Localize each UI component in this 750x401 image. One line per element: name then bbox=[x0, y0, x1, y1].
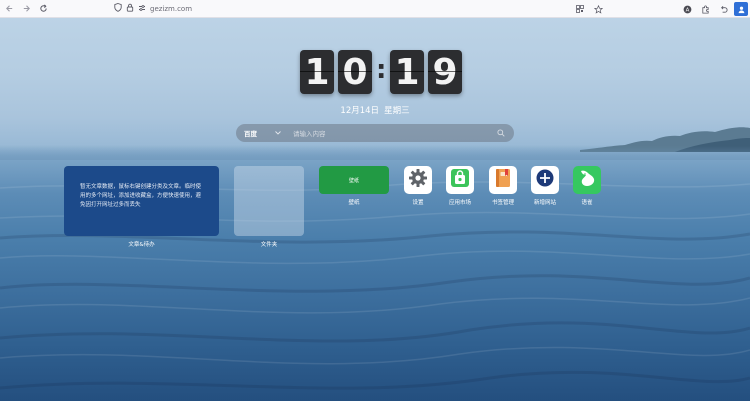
date-day: 12月14日 bbox=[340, 106, 380, 116]
clock-hour-tens: 1 bbox=[300, 50, 334, 94]
undo-icon[interactable] bbox=[716, 2, 730, 16]
search-engine-selector[interactable]: 百度 bbox=[244, 128, 257, 138]
app-store[interactable] bbox=[446, 166, 474, 194]
app-yuque[interactable] bbox=[573, 166, 601, 194]
folder-widget[interactable] bbox=[234, 166, 304, 236]
url-text[interactable]: gezizm.com bbox=[150, 5, 192, 13]
clock-minute-ones: 9 bbox=[428, 50, 462, 94]
url-bar[interactable]: gezizm.com bbox=[114, 3, 192, 14]
wallpaper-widget-inner: 壁纸 bbox=[348, 177, 359, 184]
store-bag-icon bbox=[449, 167, 471, 193]
wallpaper-widget-label: 壁纸 bbox=[348, 200, 360, 206]
wallpaper-widget[interactable]: 壁纸 bbox=[319, 166, 389, 194]
app-settings[interactable] bbox=[404, 166, 432, 194]
app-store-label: 应用市场 bbox=[448, 200, 471, 206]
app-bookmarks-label: 书签管理 bbox=[491, 200, 514, 206]
app-yuque-label: 语雀 bbox=[581, 200, 593, 206]
folder-widget-label: 文件夹 bbox=[260, 242, 278, 248]
tracking-shield-icon[interactable] bbox=[114, 3, 122, 14]
star-icon[interactable] bbox=[591, 2, 605, 16]
permissions-icon[interactable] bbox=[138, 4, 146, 14]
app-bookmarks[interactable] bbox=[489, 166, 517, 194]
back-arrow-icon[interactable] bbox=[2, 2, 16, 16]
flip-clock: 1 0 : 1 9 bbox=[300, 50, 466, 94]
browser-toolbar: gezizm.com A bbox=[0, 0, 750, 18]
search-input[interactable]: 请输入内容 bbox=[293, 128, 497, 138]
date-display: 12月14日 星期三 bbox=[300, 104, 450, 116]
new-tab-page: 1 0 : 1 9 12月14日 星期三 百度 请输入内容 暂无文章数据，鼠标右键… bbox=[0, 18, 750, 401]
app-add-site-label: 新增网站 bbox=[533, 200, 556, 206]
search-icon[interactable] bbox=[497, 129, 505, 137]
lock-icon[interactable] bbox=[126, 3, 134, 14]
yuque-bird-icon bbox=[576, 167, 598, 193]
forward-arrow-icon[interactable] bbox=[19, 2, 33, 16]
extension-a-icon[interactable]: A bbox=[680, 2, 694, 16]
clock-minute-tens: 1 bbox=[390, 50, 424, 94]
account-icon[interactable] bbox=[734, 2, 748, 16]
date-weekday: 星期三 bbox=[384, 106, 410, 116]
reload-icon[interactable] bbox=[36, 2, 50, 16]
clock-separator: : bbox=[376, 55, 387, 85]
notes-widget-label: 文章&待办 bbox=[128, 242, 155, 248]
puzzle-icon[interactable] bbox=[698, 2, 712, 16]
notes-widget[interactable]: 暂无文章数据，鼠标右键创建分类及文章。临时使用的多个网址，添加进收藏盒，方便快速… bbox=[64, 166, 219, 236]
app-settings-label: 设置 bbox=[412, 200, 424, 206]
chevron-down-icon[interactable] bbox=[275, 130, 281, 137]
notes-widget-text: 暂无文章数据，鼠标右键创建分类及文章。临时使用的多个网址，添加进收藏盒，方便快速… bbox=[80, 184, 202, 208]
clock-hour-ones: 0 bbox=[338, 50, 372, 94]
plus-circle-icon bbox=[535, 168, 555, 192]
gear-icon bbox=[408, 168, 428, 192]
svg-text:A: A bbox=[685, 7, 689, 13]
search-bar[interactable]: 百度 请输入内容 bbox=[236, 124, 514, 142]
bookmark-book-icon bbox=[493, 167, 513, 193]
qr-code-icon[interactable] bbox=[573, 2, 587, 16]
app-add-site[interactable] bbox=[531, 166, 559, 194]
